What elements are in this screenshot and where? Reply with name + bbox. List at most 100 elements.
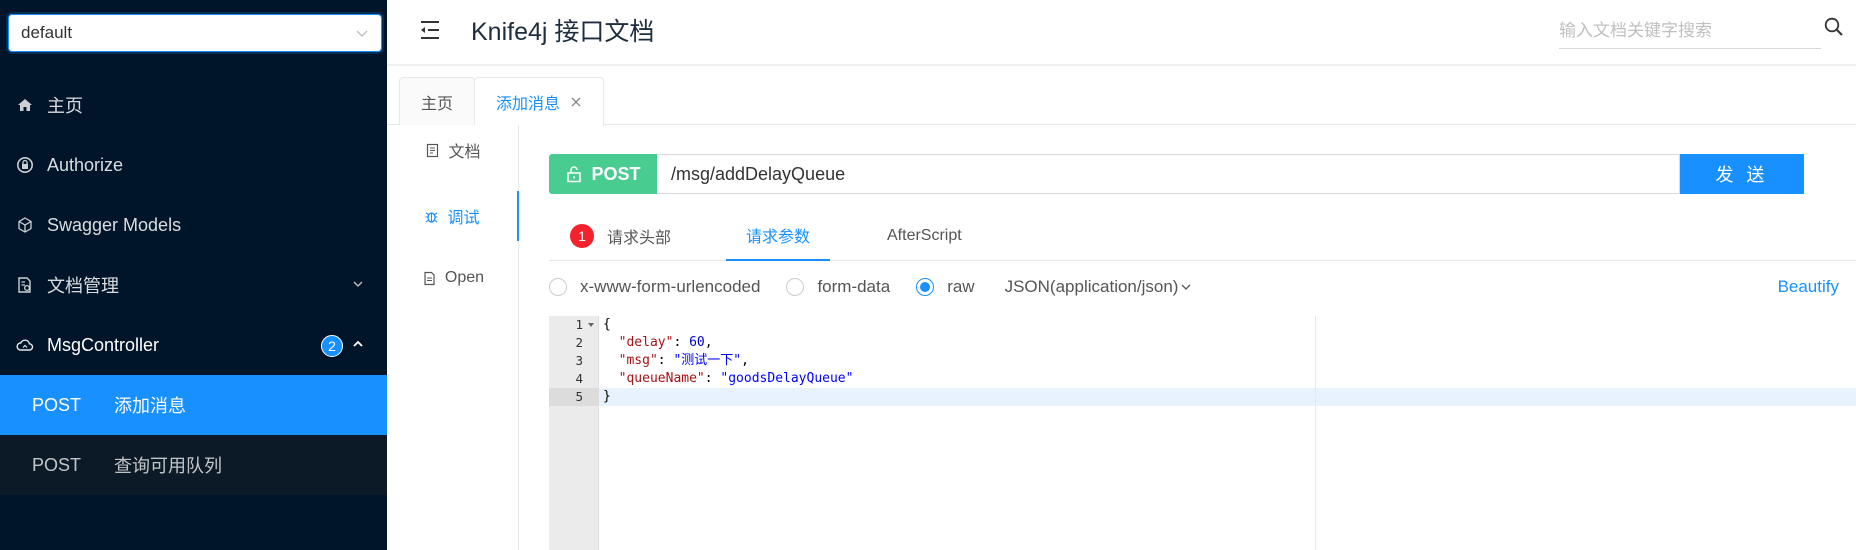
top-header: Knife4j 接口文档 <box>387 0 1856 66</box>
line-number: 5 <box>549 388 598 406</box>
code-editor[interactable]: 1 2 3 4 5 { "delay": 60, "msg": "测试一下", … <box>549 316 1856 550</box>
code-token: , <box>741 353 749 368</box>
tab-label: 请求参数 <box>746 229 811 246</box>
tab-request-headers[interactable]: 1 请求头部 <box>549 211 691 261</box>
doc-subnav: 文档 调试 Open <box>387 125 519 550</box>
group-select[interactable]: default <box>8 14 382 52</box>
line-number: 1 <box>549 316 598 334</box>
subnav-open[interactable]: Open <box>387 253 519 303</box>
bug-icon <box>424 209 439 224</box>
request-tabs: 1 请求头部 请求参数 AfterScript <box>549 211 1856 261</box>
chevron-down-icon <box>356 30 368 37</box>
raw-type-value: JSON(application/json) <box>1004 277 1179 296</box>
page-title: Knife4j 接口文档 <box>471 18 655 46</box>
sidebar-item-doc-manage[interactable]: 文档管理 <box>0 255 387 315</box>
tab-bar: 主页 添加消息 <box>387 68 1856 126</box>
sidebar-item-swagger-models[interactable]: Swagger Models <box>0 195 387 255</box>
radio-label: raw <box>947 277 975 296</box>
tab-request-params[interactable]: 请求参数 <box>726 211 831 261</box>
lock-icon <box>16 156 34 174</box>
endpoint-label: 添加消息 <box>114 396 186 416</box>
search-icon[interactable] <box>1823 16 1845 38</box>
chevron-down-icon <box>1181 284 1191 290</box>
file-icon <box>425 143 440 158</box>
endpoint-method: POST <box>32 454 82 475</box>
editor-content[interactable]: { "delay": 60, "msg": "测试一下", "queueName… <box>599 316 1856 550</box>
code-line: "delay": 60, <box>599 334 1856 352</box>
subnav-debug[interactable]: 调试 <box>387 191 519 241</box>
code-line: { <box>599 316 1856 334</box>
method-label: POST <box>591 163 641 184</box>
subnav-label: 文档 <box>448 144 481 161</box>
fold-toggle-icon[interactable] <box>588 323 594 327</box>
sidebar: default 主页 Authorize Swagger Models 文档管理… <box>0 0 387 550</box>
close-icon[interactable] <box>570 96 582 108</box>
endpoint-item-add-message[interactable]: POST 添加消息 <box>0 375 387 435</box>
sidebar-menu: 主页 Authorize Swagger Models 文档管理 MsgCont… <box>0 75 387 495</box>
code-token: : <box>704 371 721 386</box>
request-url-row: POST 发 送 <box>549 154 1856 194</box>
endpoint-label: 查询可用队列 <box>114 456 222 476</box>
subnav-label: 调试 <box>447 210 480 227</box>
send-button[interactable]: 发 送 <box>1680 154 1804 194</box>
radio-dot <box>549 278 567 296</box>
chevron-down-icon <box>353 281 363 288</box>
url-input[interactable] <box>657 154 1680 194</box>
group-select-value: default <box>21 23 73 42</box>
radio-urlencoded[interactable]: x-www-form-urlencoded <box>549 277 760 297</box>
radio-dot <box>916 278 935 296</box>
tab-label: 添加消息 <box>496 96 561 113</box>
tab-home[interactable]: 主页 <box>399 77 476 125</box>
code-token: { <box>603 317 611 332</box>
sidebar-item-label: 主页 <box>47 96 83 116</box>
tab-after-script[interactable]: AfterScript <box>867 211 982 261</box>
error-count-badge: 1 <box>569 223 595 249</box>
code-token: : <box>673 335 690 350</box>
line-number: 4 <box>575 371 583 386</box>
tab-add-message[interactable]: 添加消息 <box>474 77 605 126</box>
endpoint-method: POST <box>32 394 82 415</box>
tab-label: 主页 <box>421 95 454 113</box>
radio-label: x-www-form-urlencoded <box>580 277 761 296</box>
sidebar-item-authorize[interactable]: Authorize <box>0 135 387 195</box>
content-type-row: x-www-form-urlencoded form-data raw JSON… <box>549 275 1839 299</box>
method-tag: POST <box>549 154 657 194</box>
code-token: "msg" <box>618 353 658 368</box>
sidebar-item-home[interactable]: 主页 <box>0 75 387 135</box>
raw-type-select[interactable]: JSON(application/json) <box>1005 277 1193 297</box>
code-token: , <box>704 335 713 350</box>
code-token: "delay" <box>618 335 674 350</box>
sidebar-item-label: MsgController <box>47 334 160 355</box>
file-settings-icon <box>16 276 34 294</box>
menu-fold-icon[interactable] <box>417 18 443 42</box>
line-number: 3 <box>575 353 583 368</box>
subnav-label: Open <box>444 269 485 286</box>
editor-gutter: 1 2 3 4 5 <box>549 316 599 550</box>
beautify-link[interactable]: Beautify <box>1778 277 1839 297</box>
sidebar-item-label: 文档管理 <box>47 276 119 296</box>
count-badge: 2 <box>321 335 343 357</box>
code-token: : <box>657 353 674 368</box>
endpoint-item-query-queues[interactable]: POST 查询可用队列 <box>0 435 387 495</box>
tab-label: 请求头部 <box>607 230 672 247</box>
radio-form-data[interactable]: form-data <box>786 277 890 297</box>
code-sandbox-icon <box>16 216 34 234</box>
code-line: } <box>599 388 1856 406</box>
radio-label: form-data <box>817 277 891 296</box>
code-line: "queueName": "goodsDelayQueue" <box>599 370 1856 388</box>
code-token: "queueName" <box>618 371 705 386</box>
radio-raw[interactable]: raw <box>916 277 975 297</box>
app-root: default 主页 Authorize Swagger Models 文档管理… <box>0 0 1856 550</box>
tab-label: AfterScript <box>887 227 962 244</box>
subnav-doc[interactable]: 文档 <box>387 125 519 175</box>
code-token: 60 <box>689 335 705 350</box>
file-text-icon <box>422 271 437 286</box>
search-input[interactable] <box>1559 13 1821 49</box>
cloud-icon <box>16 336 34 354</box>
line-number: 2 <box>575 335 583 350</box>
sidebar-item-msg-controller[interactable]: MsgController 2 <box>0 315 387 375</box>
code-token: "测试一下" <box>673 353 742 368</box>
